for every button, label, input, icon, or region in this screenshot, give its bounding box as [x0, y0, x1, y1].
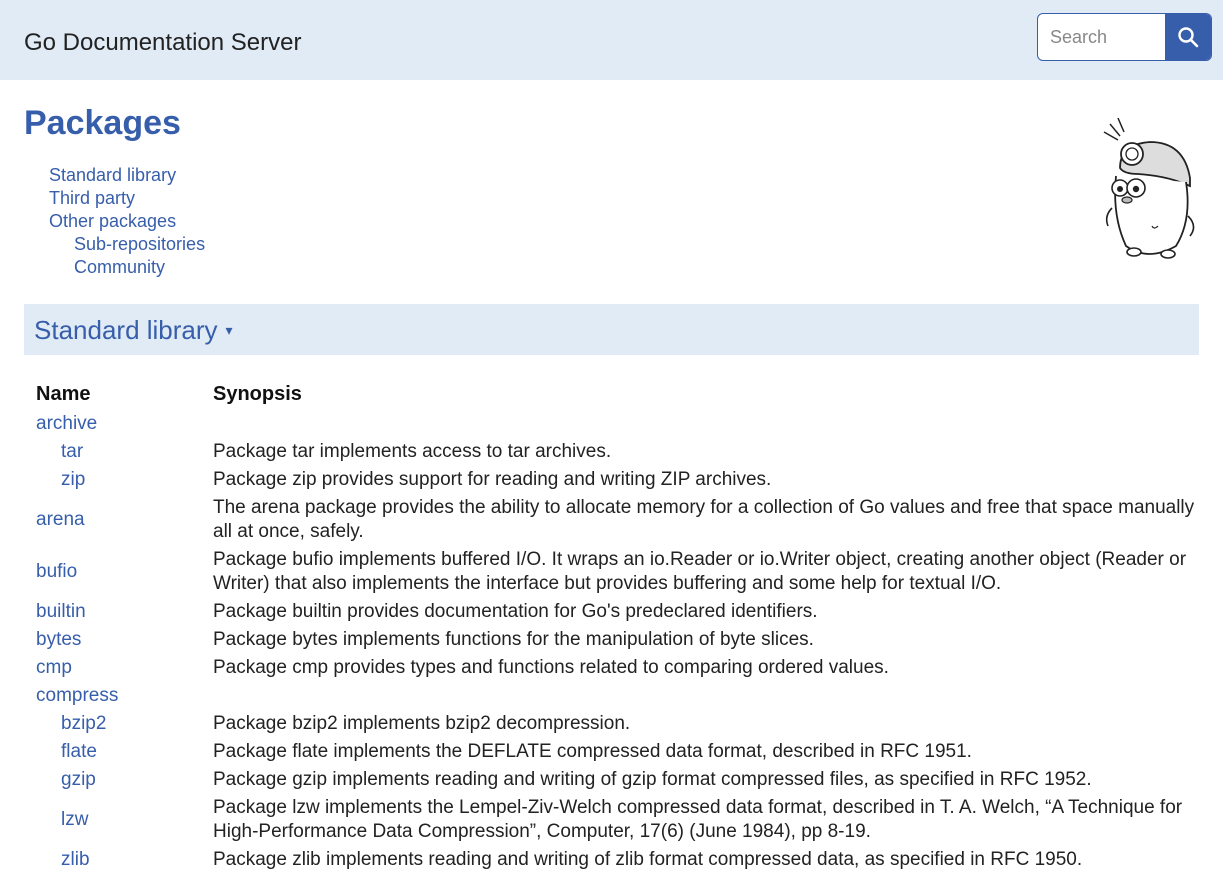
package-name-cell: tar — [36, 438, 213, 466]
table-row: flate Package flate implements the DEFLAT… — [36, 738, 1206, 766]
package-link[interactable]: arena — [36, 509, 85, 530]
table-row: arena The arena package provides the abil… — [36, 494, 1206, 546]
table-row: bzip2 Package bzip2 implements bzip2 deco… — [36, 710, 1206, 738]
package-name-cell: archive — [36, 410, 213, 438]
table-row: compress — [36, 682, 1206, 710]
toc-item: Other packages — [49, 210, 205, 233]
table-row: lzw Package lzw implements the Lempel-Ziv… — [36, 794, 1206, 846]
toc-link[interactable]: Other packages — [49, 211, 176, 231]
gopher-icon — [1103, 117, 1195, 259]
search-input[interactable] — [1038, 14, 1166, 60]
site-title[interactable]: Go Documentation Server — [24, 29, 301, 57]
package-synopsis — [213, 682, 1206, 710]
table-row: zip Package zip provides support for read… — [36, 466, 1206, 494]
section-title-text: Standard library — [34, 315, 218, 345]
package-link[interactable]: bufio — [36, 561, 77, 582]
package-name-cell: builtin — [36, 598, 213, 626]
column-header-name: Name — [36, 383, 91, 405]
toc-link[interactable]: Sub-repositories — [74, 234, 205, 254]
toc-item: Standard library — [49, 164, 205, 187]
table-row: bytes Package bytes implements functions … — [36, 626, 1206, 654]
toc-link[interactable]: Standard library — [49, 165, 176, 185]
package-link[interactable]: zip — [61, 469, 85, 490]
package-synopsis: Package lzw implements the Lempel-Ziv-We… — [213, 797, 1183, 842]
package-link[interactable]: tar — [61, 441, 83, 462]
toc-link[interactable]: Community — [74, 257, 165, 277]
toc-item: Sub-repositories — [49, 233, 205, 256]
search-form — [1037, 13, 1212, 61]
package-synopsis: Package gzip implements reading and writ… — [213, 769, 1092, 790]
toc-item: Third party — [49, 187, 205, 210]
package-name-cell: arena — [36, 494, 213, 546]
table-row: bufio Package bufio implements buffered I… — [36, 546, 1206, 598]
package-synopsis: Package builtin provides documentation f… — [213, 601, 818, 622]
package-synopsis: Package cmp provides types and functions… — [213, 657, 889, 678]
package-link[interactable]: zlib — [61, 849, 90, 870]
page-title: Packages — [24, 104, 181, 142]
package-name-cell: lzw — [36, 794, 213, 846]
package-link[interactable]: cmp — [36, 657, 72, 678]
package-table-body: archive tar Package tar implements access … — [36, 410, 1206, 874]
package-name-cell: gzip — [36, 766, 213, 794]
column-header-synopsis: Synopsis — [213, 383, 302, 405]
package-link[interactable]: builtin — [36, 601, 86, 622]
toc-link[interactable]: Third party — [49, 188, 135, 208]
package-link[interactable]: gzip — [61, 769, 96, 790]
package-synopsis: Package flate implements the DEFLATE com… — [213, 741, 972, 762]
package-synopsis — [213, 410, 1206, 438]
section-header-standard-library[interactable]: Standard library ▾ — [24, 304, 1199, 355]
table-row: cmp Package cmp provides types and functi… — [36, 654, 1206, 682]
table-of-contents: Standard library Third party Other package… — [49, 164, 205, 279]
top-bar: Go Documentation Server — [0, 0, 1223, 80]
package-synopsis: Package bzip2 implements bzip2 decompres… — [213, 713, 631, 734]
package-name-cell: bufio — [36, 546, 213, 598]
package-link[interactable]: compress — [36, 685, 118, 706]
package-synopsis: Package bytes implements functions for t… — [213, 629, 814, 650]
table-row: tar Package tar implements access to tar … — [36, 438, 1206, 466]
package-synopsis: Package zip provides support for reading… — [213, 469, 772, 490]
search-button[interactable] — [1165, 14, 1211, 60]
table-row: gzip Package gzip implements reading and … — [36, 766, 1206, 794]
table-row: zlib Package zlib implements reading and … — [36, 846, 1206, 874]
package-name-cell: flate — [36, 738, 213, 766]
package-synopsis: Package bufio implements buffered I/O. I… — [213, 549, 1187, 594]
table-row: archive — [36, 410, 1206, 438]
package-table: Name Synopsis archive tar Package tar impl… — [36, 382, 1206, 874]
package-link[interactable]: archive — [36, 413, 97, 434]
package-name-cell: zip — [36, 466, 213, 494]
package-synopsis: Package zlib implements reading and writ… — [213, 849, 1083, 870]
caret-down-icon: ▾ — [225, 322, 233, 338]
table-header-row: Name Synopsis — [36, 382, 1206, 410]
package-name-cell: compress — [36, 682, 213, 710]
search-icon — [1178, 27, 1199, 48]
package-synopsis: The arena package provides the ability t… — [213, 497, 1195, 542]
package-link[interactable]: lzw — [61, 809, 88, 830]
table-row: builtin Package builtin provides document… — [36, 598, 1206, 626]
section-title[interactable]: Standard library ▾ — [34, 315, 233, 345]
package-link[interactable]: bytes — [36, 629, 81, 650]
package-name-cell: cmp — [36, 654, 213, 682]
package-synopsis: Package tar implements access to tar arc… — [213, 441, 612, 462]
package-link[interactable]: bzip2 — [61, 713, 106, 734]
package-name-cell: bzip2 — [36, 710, 213, 738]
toc-item: Community — [49, 256, 205, 279]
package-name-cell: bytes — [36, 626, 213, 654]
package-name-cell: zlib — [36, 846, 213, 874]
package-link[interactable]: flate — [61, 741, 97, 762]
